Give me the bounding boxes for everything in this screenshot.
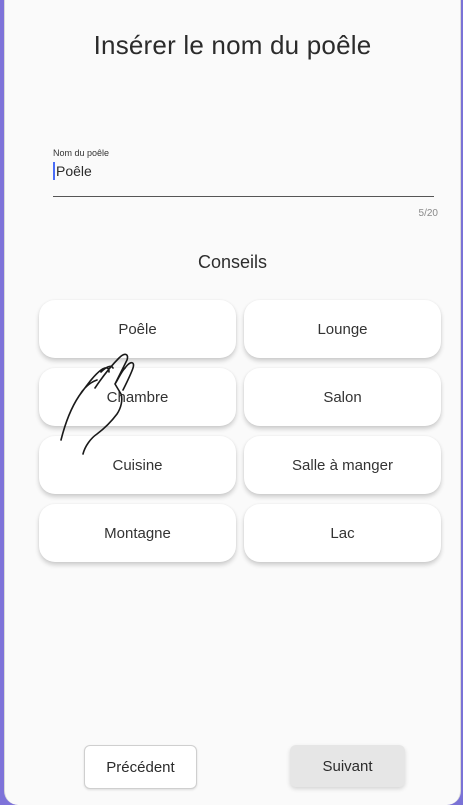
tip-label: Poêle: [118, 320, 157, 338]
tip-label: Lounge: [317, 320, 368, 338]
stove-name-input[interactable]: [53, 162, 436, 180]
tip-label: Montagne: [104, 524, 171, 542]
previous-button-label: Précédent: [106, 758, 175, 776]
tip-button-chambre[interactable]: Chambre: [39, 368, 236, 426]
next-button-label: Suivant: [322, 757, 373, 775]
app-screen: Insérer le nom du poêle Nom du poêle 5/2…: [4, 0, 461, 805]
tip-button-lac[interactable]: Lac: [244, 504, 441, 562]
tip-button-cuisine[interactable]: Cuisine: [39, 436, 236, 494]
tips-title: Conseils: [197, 252, 268, 272]
stove-name-label: Nom du poêle: [53, 148, 110, 158]
tip-button-lounge[interactable]: Lounge: [244, 300, 441, 358]
next-button[interactable]: Suivant: [290, 745, 405, 787]
tip-button-montagne[interactable]: Montagne: [39, 504, 236, 562]
tip-button-salle-a-manger[interactable]: Salle à manger: [244, 436, 441, 494]
stove-name-field: Nom du poêle: [53, 148, 436, 180]
tip-label: Lac: [330, 524, 355, 542]
previous-button[interactable]: Précédent: [84, 745, 197, 789]
tip-label: Salon: [323, 388, 362, 406]
tip-button-poele[interactable]: Poêle: [39, 300, 236, 358]
tip-label: Cuisine: [112, 456, 163, 474]
input-underline: [53, 196, 434, 197]
tip-label: Salle à manger: [292, 456, 393, 474]
tip-button-salon[interactable]: Salon: [244, 368, 441, 426]
tips-grid: Poêle Lounge Chambre Salon Cuisine Salle…: [39, 300, 444, 562]
tip-label: Chambre: [106, 388, 169, 406]
page-title: Insérer le nom du poêle: [93, 30, 372, 60]
character-counter: 5/20: [418, 208, 438, 219]
